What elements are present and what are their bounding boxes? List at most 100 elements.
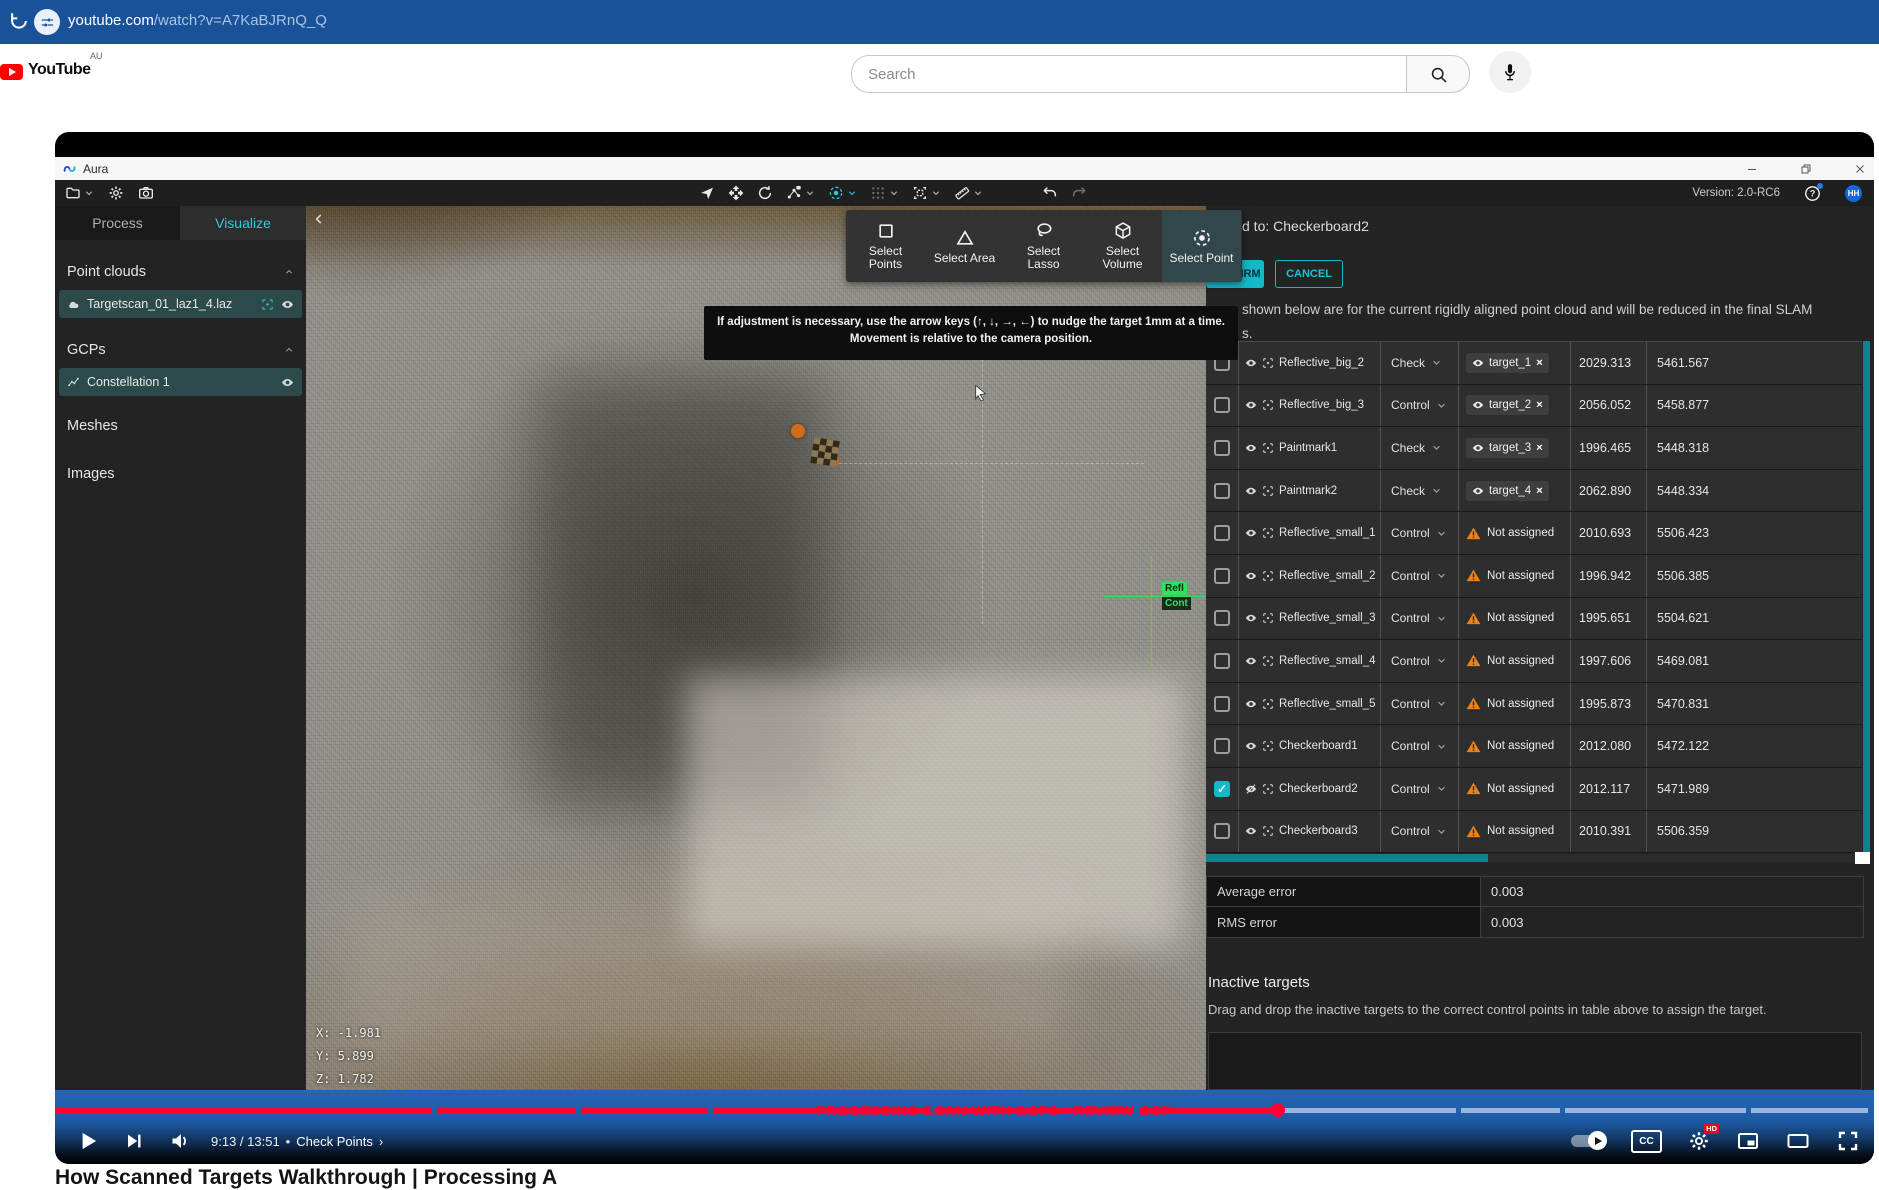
section-meshes[interactable]: Meshes xyxy=(67,418,118,434)
youtube-logo-icon[interactable] xyxy=(0,64,23,80)
focus-icon[interactable] xyxy=(1262,612,1274,624)
row-checkbox[interactable] xyxy=(1214,823,1230,839)
url-text[interactable]: youtube.com/watch?v=A7KaBJRnQ_Q xyxy=(68,12,327,29)
eye-icon[interactable] xyxy=(1245,485,1257,497)
undo-tool[interactable] xyxy=(1042,185,1058,201)
type-dropdown[interactable]: Control xyxy=(1381,725,1459,767)
type-dropdown[interactable]: Control xyxy=(1381,555,1459,597)
focus-icon[interactable] xyxy=(1262,740,1274,752)
progress-segment-unplayed[interactable] xyxy=(1751,1108,1868,1113)
progress-segment-played[interactable] xyxy=(935,1108,1134,1113)
focus-icon[interactable] xyxy=(1262,825,1274,837)
orbit-tool[interactable] xyxy=(757,185,773,201)
open-project-button[interactable] xyxy=(65,185,94,201)
voice-search-button[interactable] xyxy=(1489,51,1531,93)
eye-icon[interactable] xyxy=(1245,698,1257,710)
alignment-graph-tool[interactable] xyxy=(786,185,815,201)
grid-display-tool[interactable] xyxy=(870,185,899,201)
select-point-tool[interactable]: Select Point xyxy=(1162,210,1241,282)
progress-segment-played[interactable] xyxy=(55,1108,432,1113)
chapter-chevron[interactable]: › xyxy=(379,1134,383,1149)
focus-icon[interactable] xyxy=(1262,442,1274,454)
focus-icon[interactable] xyxy=(261,298,274,311)
captions-button[interactable]: CC xyxy=(1631,1130,1662,1153)
section-point-clouds[interactable]: Point clouds xyxy=(67,264,146,280)
gcp-item[interactable]: Constellation 1 xyxy=(59,368,302,396)
search-button[interactable] xyxy=(1406,55,1470,93)
tab-process[interactable]: Process xyxy=(55,206,180,240)
eye-icon[interactable] xyxy=(281,376,294,389)
progress-segment-played[interactable] xyxy=(437,1108,576,1113)
focus-icon[interactable] xyxy=(1262,485,1274,497)
progress-segment-unplayed[interactable] xyxy=(1278,1108,1456,1113)
assigned-target-chip[interactable]: target_3× xyxy=(1466,438,1549,458)
eye-off-icon[interactable] xyxy=(1245,783,1257,795)
eye-icon[interactable] xyxy=(1245,357,1257,369)
remove-target-icon[interactable]: × xyxy=(1536,399,1542,411)
eye-icon[interactable] xyxy=(1245,527,1257,539)
reload-icon[interactable] xyxy=(8,10,30,32)
row-checkbox[interactable] xyxy=(1214,483,1230,499)
focus-icon[interactable] xyxy=(1262,399,1274,411)
restore-icon[interactable] xyxy=(1800,163,1812,175)
type-dropdown[interactable]: Control xyxy=(1381,512,1459,554)
section-gcps[interactable]: GCPs xyxy=(67,342,106,358)
eye-icon[interactable] xyxy=(281,298,294,311)
type-dropdown[interactable]: Control xyxy=(1381,683,1459,725)
focus-icon[interactable] xyxy=(1262,783,1274,795)
video-title[interactable]: How Scanned Targets Walkthrough | Proces… xyxy=(55,1166,557,1190)
progress-segment-played[interactable] xyxy=(581,1108,708,1113)
type-dropdown[interactable]: Control xyxy=(1381,598,1459,640)
section-images[interactable]: Images xyxy=(67,466,115,482)
progress-segment-unplayed[interactable] xyxy=(1461,1108,1560,1113)
miniplayer-button[interactable] xyxy=(1736,1129,1760,1153)
eye-icon[interactable] xyxy=(1245,825,1257,837)
theater-mode-button[interactable] xyxy=(1786,1129,1810,1153)
focus-icon[interactable] xyxy=(1262,570,1274,582)
autoplay-toggle[interactable] xyxy=(1571,1135,1605,1147)
site-info-button[interactable] xyxy=(34,9,60,35)
chevron-up-icon[interactable] xyxy=(284,345,294,355)
eye-icon[interactable] xyxy=(1245,570,1257,582)
inactive-targets-dropzone[interactable] xyxy=(1208,1032,1862,1090)
select-area-tool[interactable]: Select Area xyxy=(925,210,1004,282)
vertical-scrollbar[interactable] xyxy=(1863,341,1870,852)
eye-icon[interactable] xyxy=(1245,655,1257,667)
remove-target-icon[interactable]: × xyxy=(1536,485,1542,497)
pointcloud-item[interactable]: Targetscan_01_laz1_4.laz xyxy=(59,290,302,318)
pan-tool[interactable] xyxy=(728,185,744,201)
screenshot-button[interactable] xyxy=(138,185,154,201)
redo-tool[interactable] xyxy=(1071,185,1087,201)
chapter-label[interactable]: Check Points xyxy=(296,1134,373,1149)
close-icon[interactable] xyxy=(1854,163,1866,175)
select-lasso-tool[interactable]: Select Lasso xyxy=(1004,210,1083,282)
focus-icon[interactable] xyxy=(1262,655,1274,667)
play-button[interactable] xyxy=(75,1128,101,1154)
navigate-tool[interactable] xyxy=(699,185,715,201)
progress-segment-played[interactable] xyxy=(1139,1108,1278,1113)
eye-icon[interactable] xyxy=(1245,740,1257,752)
assigned-target-chip[interactable]: target_4× xyxy=(1466,481,1549,501)
focus-icon[interactable] xyxy=(1262,527,1274,539)
select-volume-tool[interactable]: Select Volume xyxy=(1083,210,1162,282)
assigned-target-chip[interactable]: target_1× xyxy=(1466,353,1549,373)
row-checkbox[interactable] xyxy=(1214,440,1230,456)
eye-icon[interactable] xyxy=(1245,399,1257,411)
eye-icon[interactable] xyxy=(1245,442,1257,454)
cancel-button[interactable]: CANCEL xyxy=(1275,260,1343,288)
type-dropdown[interactable]: Control xyxy=(1381,640,1459,682)
fullscreen-button[interactable] xyxy=(1836,1129,1860,1153)
remove-target-icon[interactable]: × xyxy=(1536,357,1542,369)
eye-icon[interactable] xyxy=(1245,612,1257,624)
next-button[interactable] xyxy=(123,1130,145,1152)
progress-bar[interactable] xyxy=(55,1108,1874,1113)
focus-icon[interactable] xyxy=(1262,698,1274,710)
type-dropdown[interactable]: Check xyxy=(1381,342,1459,384)
row-checkbox[interactable] xyxy=(1214,568,1230,584)
collapse-sidebar-icon[interactable] xyxy=(312,212,326,226)
assigned-target-chip[interactable]: target_2× xyxy=(1466,395,1549,415)
row-checkbox[interactable] xyxy=(1214,653,1230,669)
settings-button[interactable] xyxy=(108,185,124,201)
row-checkbox[interactable] xyxy=(1214,696,1230,712)
type-dropdown[interactable]: Control xyxy=(1381,811,1459,853)
